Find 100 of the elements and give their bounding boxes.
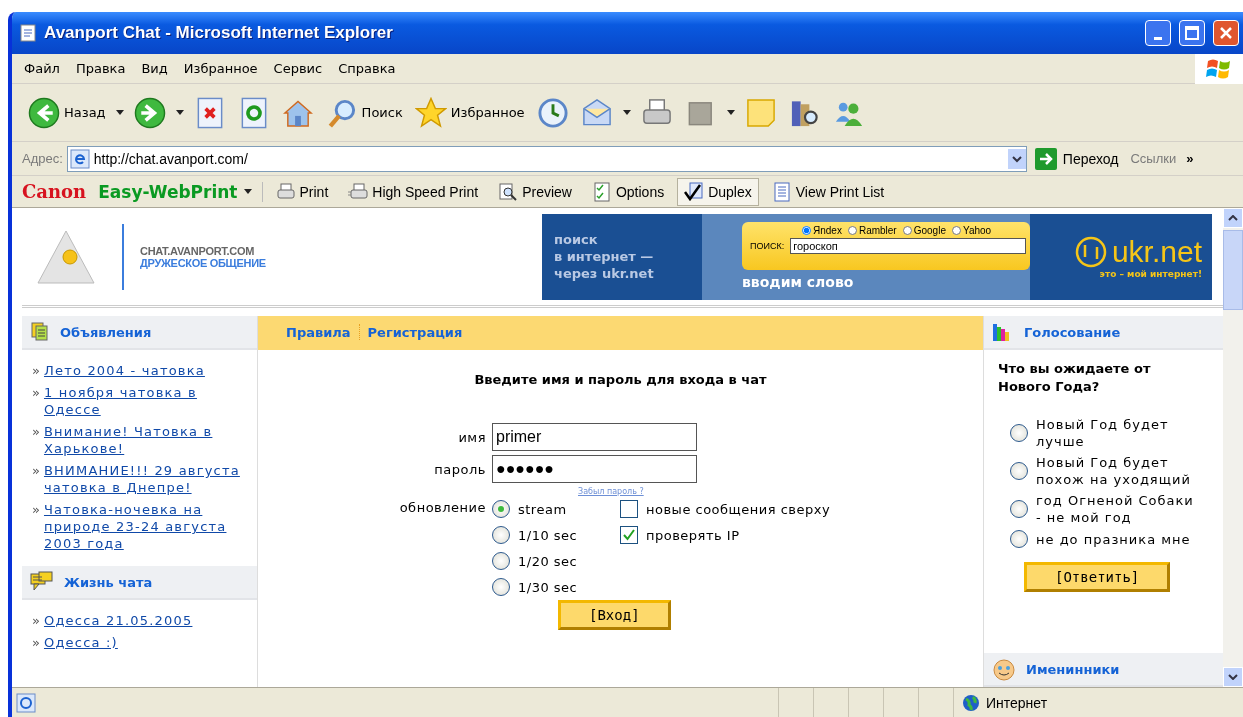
bullet-marker: » — [32, 462, 40, 480]
menu-item[interactable]: Сервис — [269, 61, 335, 76]
print-toolbar-button[interactable]: High Speed Print — [341, 177, 486, 206]
search-field[interactable]: гороскоп — [790, 237, 1026, 254]
poll-question: Что вы ожидаете от Нового Года? — [998, 360, 1152, 396]
bullet-marker: » — [32, 501, 40, 519]
address-label: Адрес: — [22, 151, 63, 166]
news-link[interactable]: Чатовка-ночевка на природе 23-24 августа 2003 года — [43, 501, 249, 552]
radio-button[interactable] — [1010, 530, 1028, 548]
bullet-marker: » — [32, 612, 40, 629]
radio-button[interactable] — [802, 225, 811, 235]
go-button[interactable]: Переход — [1030, 147, 1127, 170]
dropdown-caret-icon[interactable] — [175, 110, 184, 115]
login-button[interactable]: [Вход] — [558, 600, 671, 630]
caret-icon[interactable] — [243, 189, 252, 194]
scrollbar[interactable] — [1223, 208, 1243, 687]
update-option[interactable]: 1/10 sec — [492, 526, 620, 544]
toolbar-button[interactable]: Избранное — [412, 96, 527, 129]
section-title: Объявления — [60, 324, 152, 340]
print-toolbar-button[interactable]: Options — [584, 177, 672, 206]
radio-button[interactable] — [492, 552, 510, 570]
engine-option[interactable]: Rambler — [847, 224, 897, 236]
documents-icon — [30, 322, 50, 342]
bullet-marker: » — [32, 362, 40, 379]
minimize-icon — [1154, 36, 1162, 40]
news-link[interactable]: Одесса :) — [43, 634, 118, 651]
news-link[interactable]: ВНИМАНИЕ!!! 29 августа чатовка в Днепре! — [43, 462, 249, 496]
news-link[interactable]: Лето 2004 - чатовка — [43, 362, 205, 379]
update-option[interactable]: 1/30 sec — [492, 578, 620, 596]
ie-page-icon — [69, 148, 90, 169]
printer-icon — [275, 181, 296, 202]
banner-slogan: это – мой интернет! — [1099, 268, 1202, 279]
site-tagline: ДРУЖЕСКОЕ ОБЩЕНИЕ — [140, 256, 266, 269]
checkbox-option[interactable]: проверять IP — [620, 526, 983, 544]
bullet-marker: » — [32, 634, 40, 651]
maximize-icon — [1185, 26, 1199, 40]
news-link[interactable]: 1 ноября чатовка в Одессе — [43, 384, 249, 418]
section-title: Жизнь чата — [64, 574, 153, 590]
scroll-thumb[interactable] — [1223, 230, 1243, 310]
toolbar-button[interactable]: Поиск — [323, 96, 405, 129]
close-button[interactable] — [1213, 20, 1239, 46]
engine-option[interactable]: Яndex — [802, 224, 842, 236]
input-field[interactable]: primer — [492, 423, 697, 451]
checkbox[interactable] — [620, 526, 638, 544]
checkbox[interactable] — [620, 500, 638, 518]
scroll-down-icon[interactable] — [1228, 674, 1238, 680]
zone-label: Интернет — [986, 694, 1048, 711]
poll-option[interactable]: не до празника мне — [1010, 530, 1204, 548]
scroll-up-icon[interactable] — [1228, 215, 1238, 221]
dropdown-caret-icon[interactable] — [622, 110, 631, 115]
menu-item[interactable]: Файл — [20, 61, 72, 76]
more-chevron[interactable]: » — [1180, 150, 1200, 167]
menu-item[interactable]: Справка — [334, 61, 408, 76]
update-option[interactable]: stream — [492, 500, 620, 518]
print-toolbar-button[interactable]: Preview — [491, 177, 579, 206]
speech-bubbles-icon — [30, 571, 54, 593]
input-field[interactable]: ●●●●●● — [492, 455, 697, 483]
close-icon — [1219, 26, 1233, 40]
field-label: пароль — [433, 461, 486, 477]
minimize-button[interactable] — [1145, 20, 1171, 46]
windows-flag-logo — [1195, 53, 1243, 84]
radio-button[interactable] — [492, 500, 510, 518]
engine-option[interactable]: Google — [902, 224, 946, 236]
history-icon — [536, 96, 569, 129]
radio-button[interactable] — [492, 526, 510, 544]
dropdown-caret-icon[interactable] — [726, 110, 735, 115]
radio-button[interactable] — [902, 225, 912, 235]
nav-link[interactable]: Правила — [286, 324, 351, 340]
print-toolbar-button[interactable]: View Print List — [764, 177, 892, 206]
poll-option[interactable]: Новый Год будет лучше — [1010, 416, 1204, 450]
toolbar-button[interactable]: Назад — [26, 96, 108, 129]
poll-option[interactable]: год Огненой Собаки - не мой год — [1010, 492, 1204, 526]
globe-icon — [962, 693, 980, 712]
update-label: обновление — [398, 500, 486, 515]
links-label[interactable]: Ссылки — [1130, 151, 1177, 166]
print-toolbar-button[interactable]: Print — [268, 177, 336, 206]
radio-button[interactable] — [1010, 500, 1028, 518]
radio-button[interactable] — [847, 225, 857, 235]
update-option[interactable]: 1/20 sec — [492, 552, 620, 570]
radio-button[interactable] — [492, 578, 510, 596]
address-field[interactable]: http://chat.avanport.com/ — [66, 145, 1027, 172]
radio-button[interactable] — [1010, 424, 1028, 442]
nav-link[interactable]: Регистрация — [367, 324, 463, 340]
circle-logo-icon — [1073, 234, 1108, 269]
bullet-marker: » — [32, 384, 40, 402]
radio-button[interactable] — [951, 225, 961, 235]
dropdown-caret-icon[interactable] — [115, 110, 124, 115]
engine-option[interactable]: Yahoo — [951, 224, 992, 236]
banner-text: через ukr.net — [554, 265, 655, 282]
news-link[interactable]: Одесса 21.05.2005 — [43, 612, 193, 629]
radio-button[interactable] — [1010, 462, 1028, 480]
ie-page-icon — [16, 692, 36, 713]
checkbox-option[interactable]: новые сообщения сверху — [620, 500, 983, 518]
menu-item[interactable]: Вид — [137, 61, 180, 76]
menu-item[interactable]: Избранное — [179, 61, 270, 76]
answer-button[interactable]: [Ответить] — [1024, 562, 1171, 592]
print-toolbar-button[interactable]: Duplex — [677, 177, 759, 206]
maximize-button[interactable] — [1179, 20, 1205, 46]
news-link[interactable]: Внимание! Чатовка в Харькове! — [43, 423, 249, 457]
menu-item[interactable]: Правка — [71, 61, 138, 76]
